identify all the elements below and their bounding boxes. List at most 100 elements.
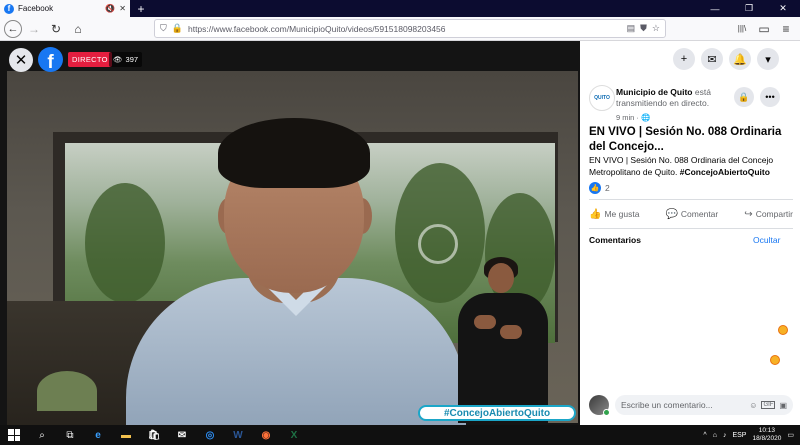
interpreter-hand — [500, 325, 522, 339]
comment-label: Comentar — [680, 209, 719, 219]
language-indicator[interactable]: ESP — [732, 432, 746, 439]
minimize-button[interactable]: — — [698, 0, 732, 17]
search-icon[interactable]: ⌕ — [28, 425, 56, 445]
taskbar-app-excel-icon[interactable]: X — [280, 425, 308, 445]
library-icon[interactable]: |||\ — [732, 19, 752, 39]
system-tray: ^ ⌂ ♪ ESP 10:13 18/8/2020 ▭ — [703, 427, 800, 443]
reload-button[interactable]: ↻ — [46, 19, 66, 39]
forward-button[interactable]: → — [24, 19, 44, 39]
start-button[interactable] — [0, 425, 28, 445]
online-indicator — [603, 409, 610, 416]
like-reaction-icon: 👍 — [589, 182, 601, 194]
taskbar-app-word-icon[interactable]: W — [224, 425, 252, 445]
close-video-button[interactable]: ✕ — [9, 48, 33, 72]
interpreter-face — [488, 263, 514, 293]
like-label: Me gusta — [604, 209, 640, 219]
notifications-center-icon[interactable]: ▭ — [787, 431, 794, 439]
save-post-button[interactable]: 🔒 — [734, 87, 754, 107]
home-button[interactable]: ⌂ — [68, 19, 88, 39]
divider — [589, 228, 793, 229]
user-avatar[interactable] — [589, 395, 610, 416]
lock-icon[interactable]: 🔒 — [172, 23, 183, 34]
interpreter-hand — [474, 315, 496, 329]
taskbar-app-mail-icon[interactable]: ✉ — [168, 425, 196, 445]
browser-tab-facebook[interactable]: f Facebook 🔇 ✕ — [0, 0, 130, 17]
messenger-icon[interactable]: ✉ — [701, 48, 723, 70]
like-icon: 👍 — [589, 208, 602, 220]
mute-tab-icon[interactable]: 🔇 — [105, 4, 115, 13]
screen: f Facebook 🔇 ✕ + — ❐ ✕ ← → ↻ ⌂ ⛉ 🔒 https… — [0, 0, 800, 445]
create-button[interactable]: + — [673, 48, 695, 70]
comment-input[interactable]: Escribe un comentario... ☺ GIF ▣ — [615, 395, 793, 415]
taskbar-app-explorer-icon[interactable]: ▬ — [112, 425, 140, 445]
post-side-panel: + ✉ 🔔 ▾ QUITO Municipio de Quito está tr… — [580, 41, 800, 425]
comment-icon: 💬 — [665, 208, 678, 220]
tray-overflow-icon[interactable]: ^ — [703, 432, 706, 439]
close-window-button[interactable]: ✕ — [766, 0, 800, 17]
close-tab-icon[interactable]: ✕ — [119, 4, 126, 13]
post-time-text[interactable]: 9 min · — [616, 113, 641, 122]
post-time: 9 min · 🌐 — [616, 113, 650, 122]
sticker-icon[interactable]: ▣ — [779, 401, 787, 410]
restore-button[interactable]: ❐ — [732, 0, 766, 17]
volume-icon[interactable]: ♪ — [723, 432, 727, 439]
close-icon: ✕ — [14, 52, 28, 69]
speaker — [126, 108, 466, 425]
menu-icon[interactable]: ≡ — [776, 19, 796, 39]
post-hashtag-link[interactable]: #ConcejoAbiertoQuito — [680, 167, 770, 177]
hashtag-banner: #ConcejoAbiertoQuito — [418, 405, 576, 421]
comment-button[interactable]: 💬 Comentar — [665, 209, 718, 220]
globe-icon: 🌐 — [641, 113, 651, 122]
share-button[interactable]: ↪ Compartir — [744, 209, 793, 220]
like-button[interactable]: 👍 Me gusta — [589, 209, 639, 220]
post-description: EN VIVO | Sesión No. 088 Ordinaria del C… — [589, 154, 794, 178]
pocket-icon[interactable]: ⛊ — [640, 23, 647, 34]
page-name-link[interactable]: Municipio de Quito — [616, 87, 693, 97]
gif-icon[interactable]: GIF — [761, 401, 776, 409]
emoji-icon[interactable]: ☺ — [749, 401, 757, 410]
reactions-summary[interactable]: 👍 2 — [589, 182, 610, 194]
share-icon: ↪ — [744, 208, 753, 220]
tab-title: Facebook — [18, 4, 54, 13]
speaker-hair — [218, 118, 370, 188]
taskbar-app-browser-icon[interactable]: ◎ — [196, 425, 224, 445]
reader-icon[interactable]: ▤ — [627, 23, 636, 34]
task-view-icon[interactable]: ⧉ — [56, 425, 84, 445]
taskbar-app-firefox-icon[interactable]: ◉ — [252, 425, 280, 445]
viewer-count: 👁 397 — [109, 52, 143, 67]
network-icon[interactable]: ⌂ — [713, 432, 717, 439]
browser-nav-bar: ← → ↻ ⌂ ⛉ 🔒 https://www.facebook.com/Mun… — [0, 17, 800, 41]
bookmark-star-icon[interactable]: ☆ — [652, 23, 660, 34]
sign-language-interpreter — [448, 255, 558, 423]
taskbar-app-edge-icon[interactable]: e — [84, 425, 112, 445]
divider — [589, 199, 793, 200]
window-controls: — ❐ ✕ — [698, 0, 800, 17]
plant — [37, 371, 97, 411]
taskbar-app-store-icon[interactable]: 🛍 — [140, 425, 168, 445]
facebook-logo[interactable]: f — [38, 47, 63, 72]
post-title[interactable]: EN VIVO | Sesión No. 088 Ordinaria del C… — [589, 125, 794, 154]
live-badge: DIRECTO — [68, 52, 112, 67]
eye-icon: 👁 — [113, 55, 123, 64]
more-options-button[interactable]: ••• — [760, 87, 780, 107]
address-bar[interactable]: ⛉ 🔒 https://www.facebook.com/MunicipioQu… — [154, 19, 666, 38]
comments-title: Comentarios — [589, 235, 641, 245]
facebook-favicon-icon: f — [4, 3, 14, 14]
clock-time: 10:13 — [758, 427, 776, 434]
video-player[interactable]: #ConcejoAbiertoQuito — [0, 41, 580, 425]
floating-reaction-icon — [770, 355, 780, 365]
page-avatar[interactable]: QUITO — [589, 85, 615, 111]
back-button[interactable]: ← — [4, 19, 22, 38]
shield-icon[interactable]: ⛉ — [160, 23, 167, 34]
notifications-icon[interactable]: 🔔 — [729, 48, 751, 70]
clock[interactable]: 10:13 18/8/2020 — [752, 427, 781, 443]
sidebar-icon[interactable]: ▭ — [754, 19, 774, 39]
page-header: QUITO Municipio de Quito está transmitie… — [589, 85, 794, 122]
viewer-count-value: 397 — [125, 55, 139, 64]
new-tab-button[interactable]: + — [130, 0, 152, 17]
account-menu-icon[interactable]: ▾ — [757, 48, 779, 70]
page-name-line: Municipio de Quito está transmitiendo en… — [616, 87, 726, 109]
url-text[interactable]: https://www.facebook.com/MunicipioQuito/… — [188, 24, 622, 34]
share-label: Compartir — [755, 209, 793, 219]
hide-comments-link[interactable]: Ocultar — [753, 235, 780, 245]
